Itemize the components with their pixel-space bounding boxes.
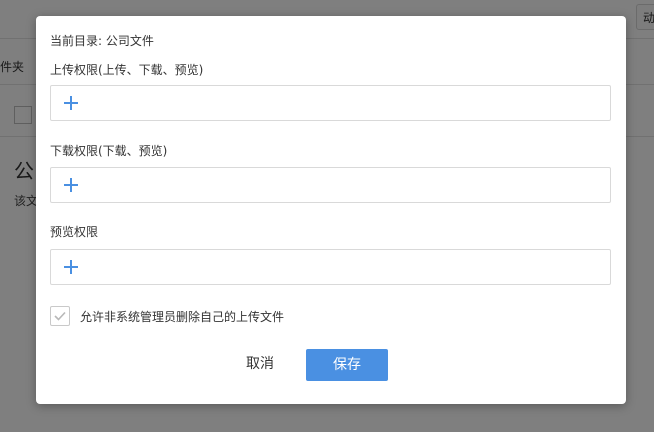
cancel-button[interactable]: 取消: [232, 348, 288, 380]
plus-icon[interactable]: [64, 260, 78, 274]
plus-icon[interactable]: [64, 96, 78, 110]
allow-delete-label: 允许非系统管理员删除自己的上传文件: [80, 309, 285, 324]
download-permission-box[interactable]: [50, 167, 611, 203]
permissions-dialog: 当前目录: 公司文件 上传权限(上传、下载、预览) 下载权限(下载、预览) 预览…: [36, 16, 626, 404]
checkbox[interactable]: [50, 306, 70, 326]
plus-icon[interactable]: [64, 178, 78, 192]
allow-delete-checkbox[interactable]: 允许非系统管理员删除自己的上传文件: [50, 306, 284, 326]
current-directory: 当前目录: 公司文件: [50, 34, 154, 48]
upload-permission-label: 上传权限(上传、下载、预览): [50, 63, 204, 77]
upload-permission-box[interactable]: [50, 85, 611, 121]
preview-permission-label: 预览权限: [50, 225, 99, 239]
preview-permission-box[interactable]: [50, 249, 611, 285]
checkmark-icon: [54, 311, 66, 321]
save-button[interactable]: 保存: [306, 349, 388, 381]
download-permission-label: 下载权限(下载、预览): [50, 144, 168, 158]
